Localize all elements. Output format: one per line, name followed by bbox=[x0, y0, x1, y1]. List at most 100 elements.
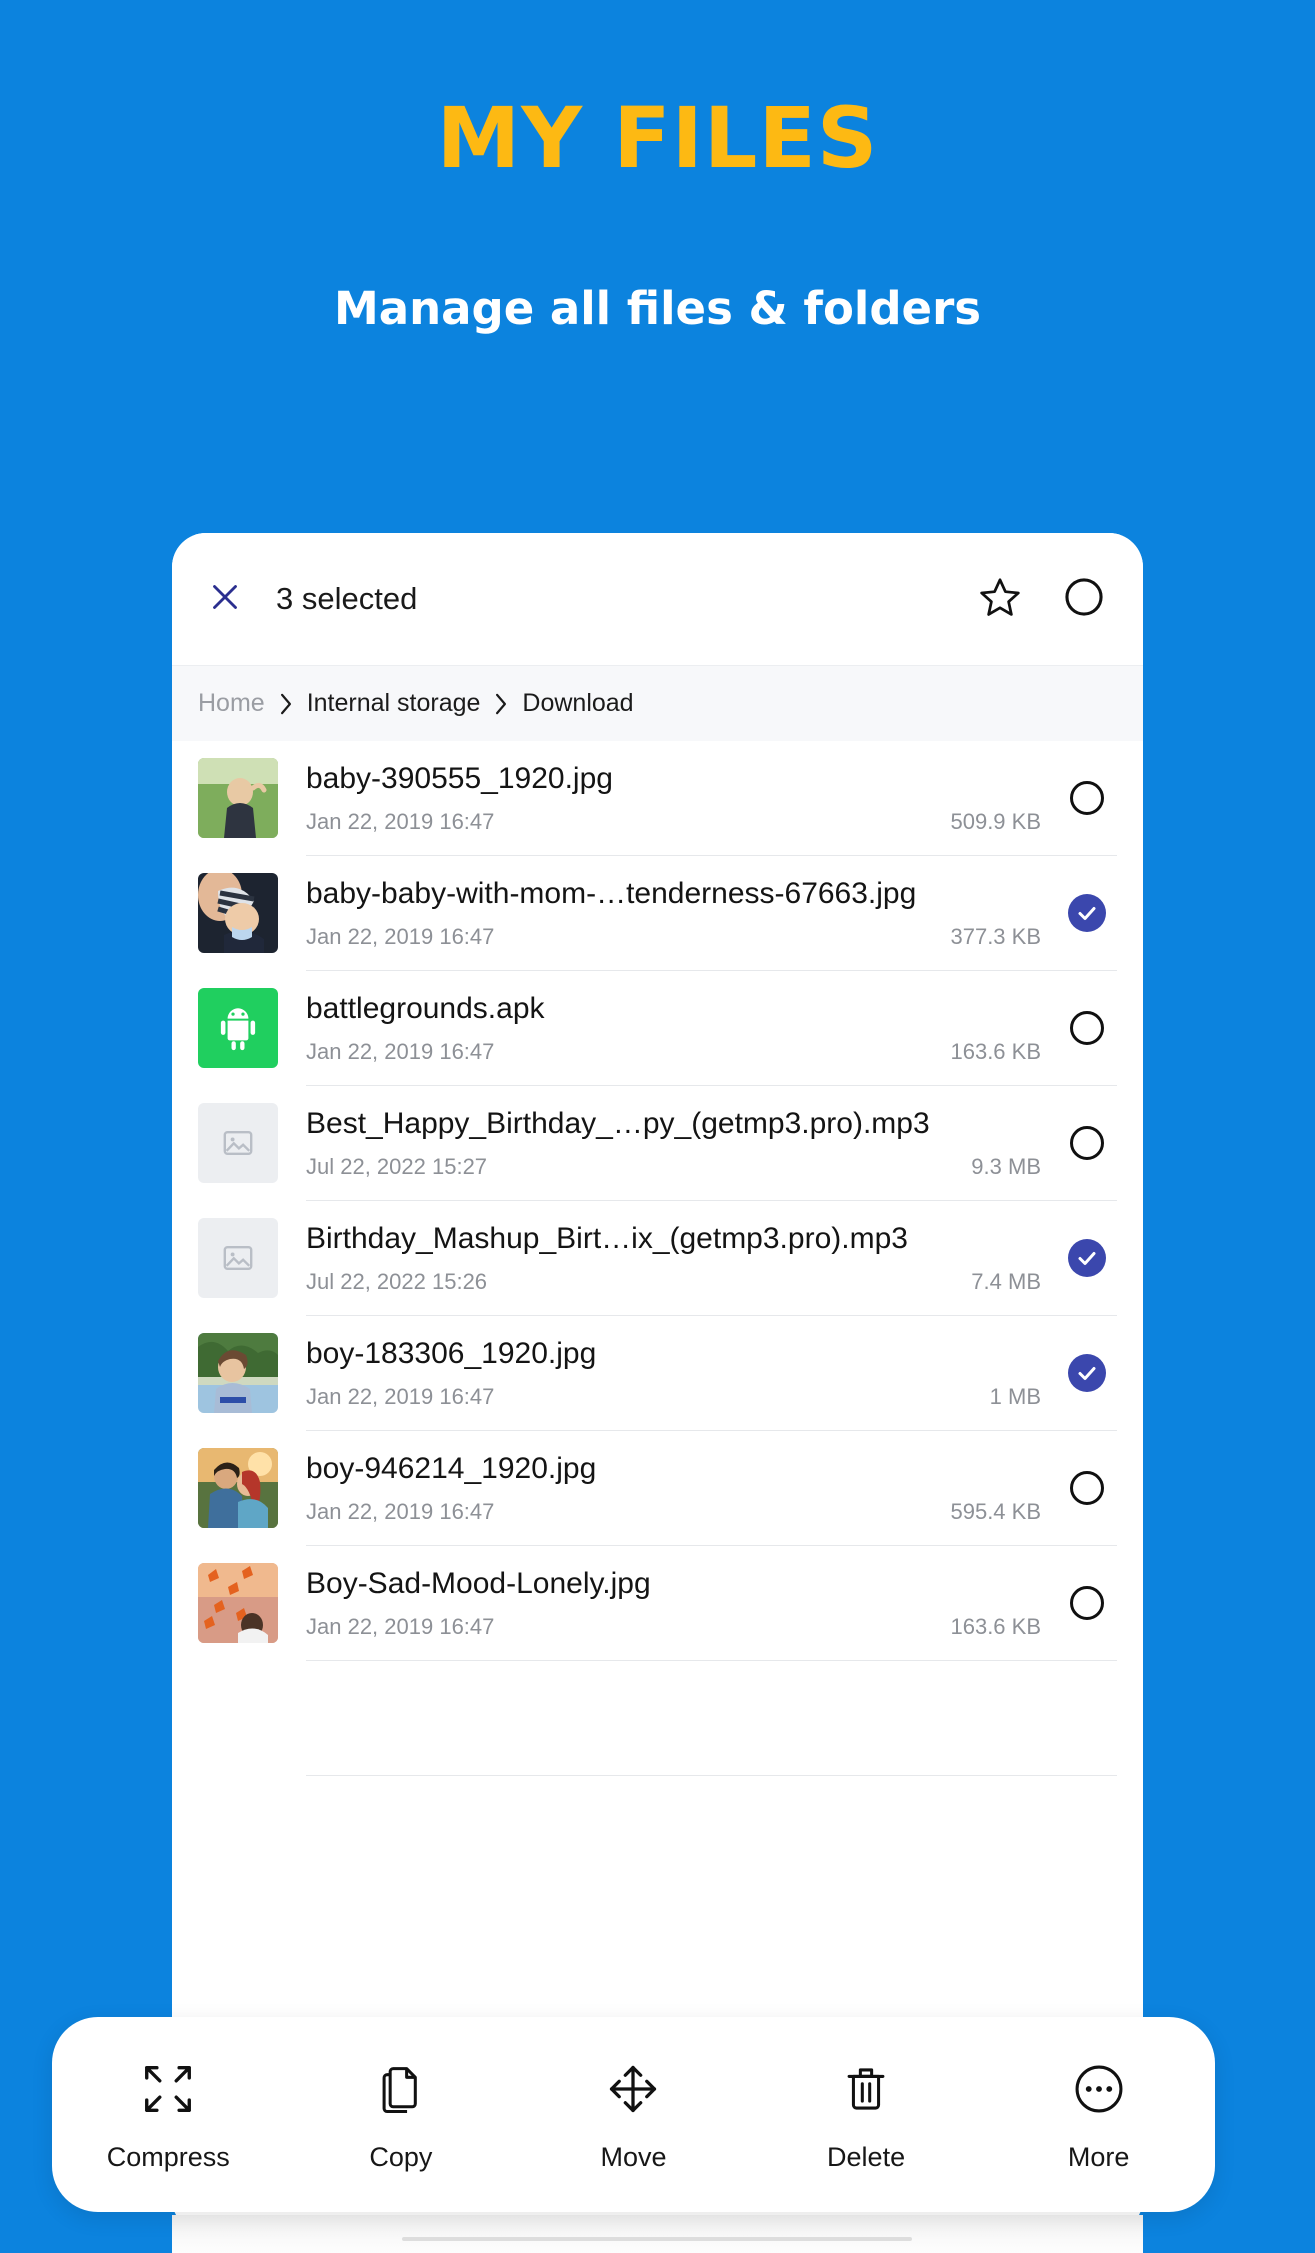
move-label: Move bbox=[600, 2142, 667, 2172]
breadcrumb-item-home[interactable]: Home bbox=[198, 689, 265, 718]
file-date: Jul 22, 2022 15:26 bbox=[306, 1269, 488, 1294]
favorite-button[interactable] bbox=[971, 570, 1029, 628]
table-row-partial bbox=[172, 1776, 1143, 1890]
file-info: Birthday_Mashup_Birt…ix_(getmp3.pro).mp3… bbox=[306, 1201, 1051, 1315]
chevron-right-icon bbox=[265, 689, 307, 719]
file-name: baby-baby-with-mom-…tenderness-67663.jpg bbox=[306, 877, 917, 910]
file-date: Jan 22, 2019 16:47 bbox=[306, 1499, 495, 1524]
file-name: Boy-Sad-Mood-Lonely.jpg bbox=[306, 1567, 651, 1600]
row-checkbox[interactable] bbox=[1057, 998, 1117, 1058]
file-thumbnail bbox=[198, 1448, 278, 1528]
image-placeholder-icon bbox=[220, 1125, 256, 1161]
file-name: boy-183306_1920.jpg bbox=[306, 1337, 597, 1370]
image-placeholder-icon bbox=[220, 1240, 256, 1276]
delete-button[interactable]: Delete bbox=[781, 2056, 951, 2173]
table-row[interactable]: boy-946214_1920.jpg Jan 22, 2019 16:47 5… bbox=[172, 1431, 1143, 1545]
file-name: baby-390555_1920.jpg bbox=[306, 762, 613, 795]
row-checkbox[interactable] bbox=[1057, 1573, 1117, 1633]
file-size: 595.4 KB bbox=[950, 1499, 1041, 1524]
row-checkbox[interactable] bbox=[1057, 768, 1117, 828]
file-thumbnail bbox=[198, 1103, 278, 1183]
star-icon bbox=[978, 575, 1022, 624]
file-date: Jan 22, 2019 16:47 bbox=[306, 1039, 495, 1064]
checkbox-unchecked-icon bbox=[1070, 781, 1104, 815]
page-subtitle: Manage all files & folders bbox=[333, 282, 982, 335]
file-thumbnail bbox=[198, 873, 278, 953]
row-checkbox[interactable] bbox=[1057, 1458, 1117, 1518]
bottom-action-bar: Compress Copy Move Delete More bbox=[52, 2017, 1215, 2212]
copy-icon bbox=[375, 2056, 427, 2122]
file-thumbnail bbox=[198, 1563, 278, 1643]
checkbox-unchecked-icon bbox=[1070, 1126, 1104, 1160]
delete-label: Delete bbox=[827, 2142, 906, 2172]
file-info: boy-183306_1920.jpg Jan 22, 2019 16:47 1… bbox=[306, 1316, 1051, 1430]
file-size: 163.6 KB bbox=[950, 1039, 1041, 1064]
close-selection-button[interactable] bbox=[198, 572, 252, 626]
file-size: 1 MB bbox=[989, 1384, 1041, 1409]
file-thumbnail bbox=[198, 1218, 278, 1298]
selection-app-bar: 3 selected bbox=[172, 533, 1143, 665]
phone-screen: 3 selected Home Internal storage Downloa… bbox=[172, 533, 1143, 2233]
nav-pill bbox=[402, 2237, 912, 2241]
file-size: 509.9 KB bbox=[950, 809, 1041, 834]
compress-icon bbox=[139, 2056, 197, 2122]
row-checkbox[interactable] bbox=[1057, 1228, 1117, 1288]
file-info: baby-390555_1920.jpg Jan 22, 2019 16:47 … bbox=[306, 741, 1051, 855]
table-row[interactable]: baby-390555_1920.jpg Jan 22, 2019 16:47 … bbox=[172, 741, 1143, 855]
file-info: boy-946214_1920.jpg Jan 22, 2019 16:47 5… bbox=[306, 1431, 1051, 1545]
table-row[interactable]: battlegrounds.apk Jan 22, 2019 16:47 163… bbox=[172, 971, 1143, 1085]
promo-screenshot: MY FILES Manage all files & folders 3 se… bbox=[0, 0, 1315, 2253]
compress-button[interactable]: Compress bbox=[83, 2056, 253, 2173]
page-title: MY FILES bbox=[436, 89, 879, 187]
file-name: Birthday_Mashup_Birt…ix_(getmp3.pro).mp3 bbox=[306, 1222, 908, 1255]
selected-count-label: 3 selected bbox=[276, 581, 418, 616]
move-button[interactable]: Move bbox=[548, 2056, 718, 2173]
file-info: baby-baby-with-mom-…tenderness-67663.jpg… bbox=[306, 856, 1051, 970]
checkbox-unchecked-icon bbox=[1070, 1471, 1104, 1505]
select-all-button[interactable] bbox=[1055, 570, 1113, 628]
row-checkbox[interactable] bbox=[1057, 1343, 1117, 1403]
more-button[interactable]: More bbox=[1014, 2056, 1184, 2173]
table-row[interactable]: Boy-Sad-Mood-Lonely.jpg Jan 22, 2019 16:… bbox=[172, 1546, 1143, 1660]
checkbox-unchecked-icon bbox=[1070, 1586, 1104, 1620]
file-name: battlegrounds.apk bbox=[306, 992, 545, 1025]
file-info: battlegrounds.apk Jan 22, 2019 16:47 163… bbox=[306, 971, 1051, 1085]
copy-button[interactable]: Copy bbox=[316, 2056, 486, 2173]
checkbox-checked-icon bbox=[1068, 894, 1106, 932]
table-row-partial bbox=[172, 1661, 1143, 1775]
checkbox-checked-icon bbox=[1068, 1354, 1106, 1392]
move-icon bbox=[605, 2056, 661, 2122]
row-checkbox[interactable] bbox=[1057, 1113, 1117, 1173]
table-row[interactable]: baby-baby-with-mom-…tenderness-67663.jpg… bbox=[172, 856, 1143, 970]
table-row[interactable]: Birthday_Mashup_Birt…ix_(getmp3.pro).mp3… bbox=[172, 1201, 1143, 1315]
breadcrumb-item-internal-storage[interactable]: Internal storage bbox=[307, 689, 481, 718]
table-row[interactable]: boy-183306_1920.jpg Jan 22, 2019 16:47 1… bbox=[172, 1316, 1143, 1430]
file-name: boy-946214_1920.jpg bbox=[306, 1452, 597, 1485]
phone-bottom-bezel bbox=[172, 2215, 1143, 2253]
checkbox-checked-icon bbox=[1068, 1239, 1106, 1277]
breadcrumb: Home Internal storage Download bbox=[172, 665, 1143, 741]
file-thumbnail bbox=[198, 988, 278, 1068]
checkbox-unchecked-icon bbox=[1070, 1011, 1104, 1045]
android-apk-icon bbox=[212, 1002, 264, 1054]
close-icon bbox=[207, 579, 243, 620]
file-date: Jan 22, 2019 16:47 bbox=[306, 809, 495, 834]
breadcrumb-item-download[interactable]: Download bbox=[522, 689, 633, 718]
file-list: baby-390555_1920.jpg Jan 22, 2019 16:47 … bbox=[172, 741, 1143, 1890]
file-thumbnail bbox=[198, 1333, 278, 1413]
chevron-right-icon-2 bbox=[480, 689, 522, 719]
compress-label: Compress bbox=[106, 2142, 230, 2172]
file-date: Jan 22, 2019 16:47 bbox=[306, 924, 495, 949]
more-label: More bbox=[1067, 2142, 1130, 2172]
file-info: Boy-Sad-Mood-Lonely.jpg Jan 22, 2019 16:… bbox=[306, 1546, 1051, 1660]
file-size: 9.3 MB bbox=[971, 1154, 1041, 1179]
trash-icon bbox=[840, 2056, 892, 2122]
row-checkbox[interactable] bbox=[1057, 883, 1117, 943]
more-dots-icon bbox=[1071, 2056, 1127, 2122]
file-date: Jan 22, 2019 16:47 bbox=[306, 1614, 495, 1639]
file-thumbnail bbox=[198, 758, 278, 838]
copy-label: Copy bbox=[369, 2142, 433, 2172]
table-row[interactable]: Best_Happy_Birthday_…py_(getmp3.pro).mp3… bbox=[172, 1086, 1143, 1200]
file-size: 7.4 MB bbox=[971, 1269, 1041, 1294]
file-date: Jan 22, 2019 16:47 bbox=[306, 1384, 495, 1409]
